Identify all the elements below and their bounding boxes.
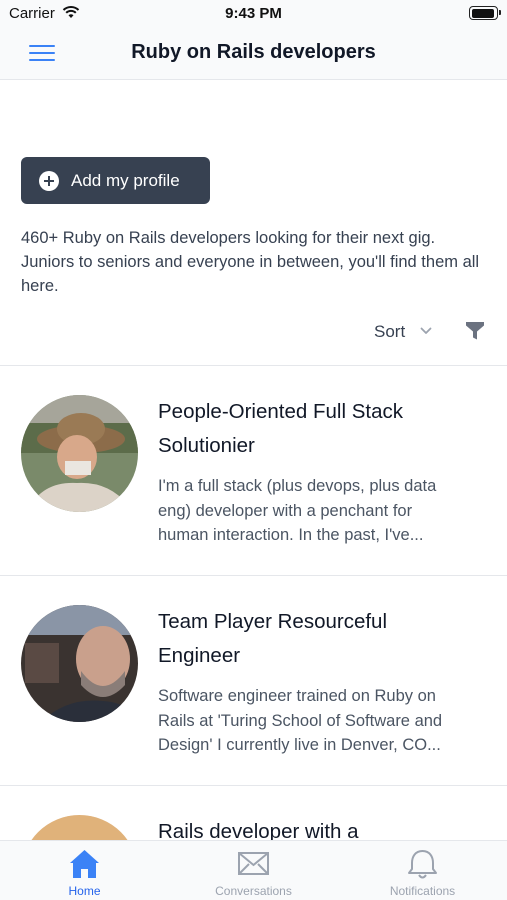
page-title: Ruby on Rails developers [131,41,376,63]
title-line: Team Player Resourceful [158,610,388,633]
tab-conversations[interactable]: Conversations [169,841,338,900]
developer-card[interactable]: Team Player Resourceful Engineer Softwar… [0,576,507,785]
tab-label: Notifications [389,884,456,898]
home-icon [70,850,99,878]
developer-title: People-Oriented Full Stack Solutionier [158,395,488,463]
avatar [21,605,138,722]
developer-description: Software engineer trained on Ruby on Rai… [158,684,488,758]
tab-bar: Home Conversations Notifications [0,840,507,900]
chevron-down-icon[interactable] [420,324,432,338]
description-line: I'm a full stack (plus devops, plus data [158,477,437,495]
description-line: Design' I currently live in Denver, CO..… [158,736,441,754]
title-line: Rails developer with a [158,820,359,840]
avatar [21,815,138,840]
developer-description: I'm a full stack (plus devops, plus data… [158,474,488,548]
navigation-bar: Ruby on Rails developers [0,28,507,80]
developer-card[interactable]: Rails developer with a [0,786,507,840]
developer-card[interactable]: People-Oriented Full Stack Solutionier I… [0,366,507,575]
plus-circle-icon [39,171,59,191]
sort-button[interactable]: Sort [374,322,405,342]
add-my-profile-button[interactable]: Add my profile [21,157,210,204]
title-line: Engineer [158,644,241,667]
description-line: Rails at 'Turing School of Software and [158,711,443,730]
tab-label: Home [68,884,101,898]
title-line: Solutionier [158,434,255,457]
description-line: human interaction. In the past, I've... [158,526,424,544]
description-line: eng) developer with a penchant for [158,501,413,520]
battery-icon [469,6,501,20]
add-my-profile-label: Add my profile [71,171,180,190]
developer-title: Team Player Resourceful Engineer [158,605,488,673]
clock: 9:43 PM [225,5,282,22]
title-line: People-Oriented Full Stack [158,400,403,423]
filter-icon[interactable] [465,321,485,341]
tab-notifications[interactable]: Notifications [338,841,507,900]
tab-home[interactable]: Home [0,841,169,900]
tab-label: Conversations [215,884,292,898]
intro-text: 460+ Ruby on Rails developers looking fo… [21,229,480,295]
envelope-icon [238,852,269,875]
status-bar: Carrier 9:43 PM [0,0,507,28]
bell-icon [408,850,437,879]
developer-title: Rails developer with a [158,815,488,840]
description-line: Software engineer trained on Ruby on [158,687,436,705]
avatar [21,395,138,512]
